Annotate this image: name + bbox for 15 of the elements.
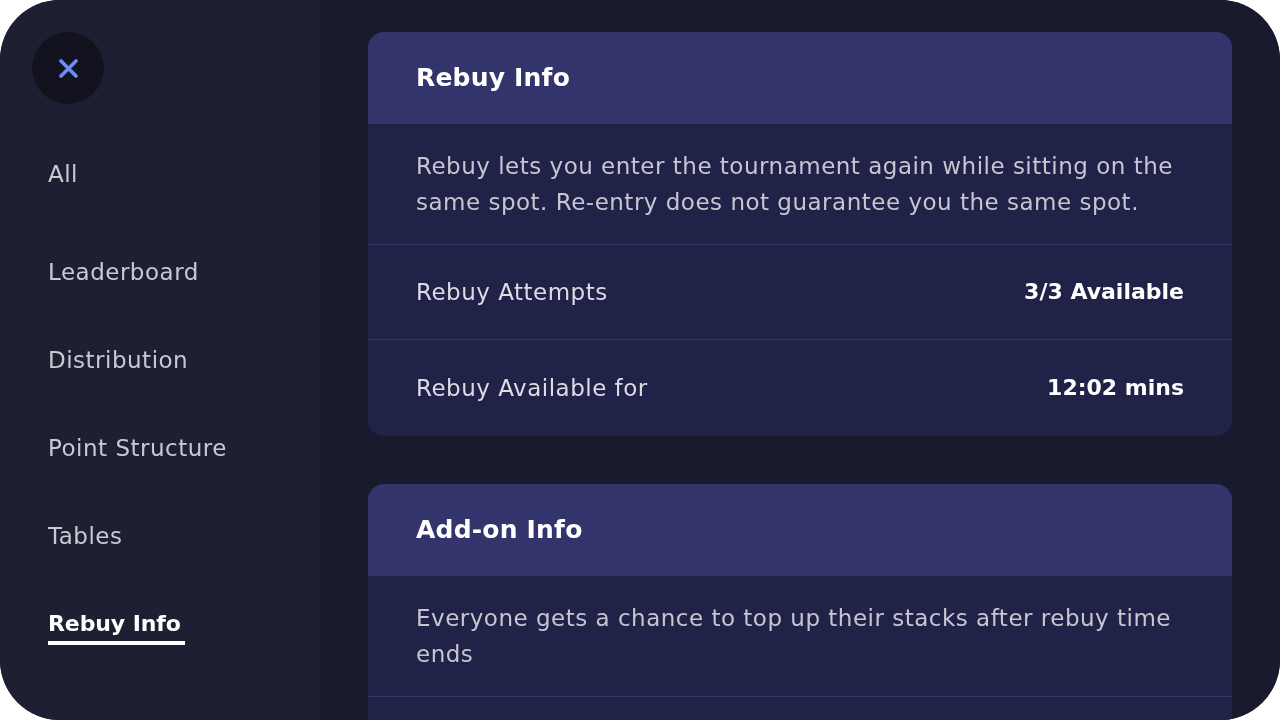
card-description: Everyone gets a chance to top up their stacks after rebuy time ends — [368, 576, 1232, 697]
sidebar-item[interactable]: Leaderboard — [48, 256, 203, 293]
row-value: 12:02 mins — [1047, 374, 1184, 402]
sidebar-item[interactable]: Point Structure — [48, 432, 231, 469]
sidebar-item[interactable]: Rebuy Info — [48, 608, 185, 645]
row-label: Rebuy Available for — [416, 374, 648, 403]
row-value: 3/3 Available — [1024, 278, 1184, 306]
sidebar-item[interactable]: All — [48, 158, 82, 195]
sidebar-item[interactable]: Distribution — [48, 344, 193, 381]
close-icon — [58, 58, 78, 78]
card-title: Add-on Info — [416, 514, 583, 546]
card-title: Rebuy Info — [416, 62, 571, 94]
card-description: Rebuy lets you enter the tournament again while sitting on the same spot. Re-entry does not guarantee you the same spot. — [368, 124, 1232, 245]
row-label: Rebuy Attempts — [416, 278, 608, 307]
sidebar-item[interactable]: Tables — [48, 520, 127, 557]
